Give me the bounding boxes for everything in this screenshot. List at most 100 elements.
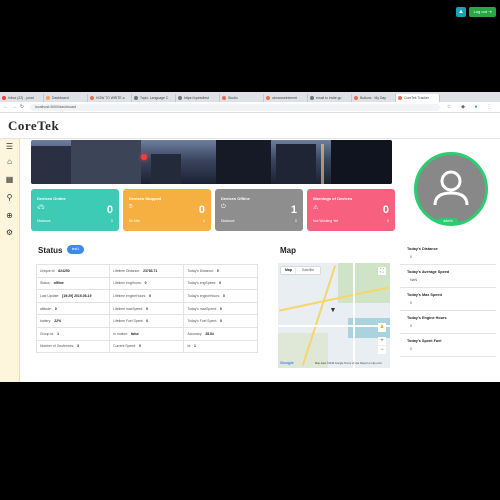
card-footer: En Idle [129, 219, 140, 223]
status-value: 0 [219, 306, 222, 311]
avatar[interactable] [414, 152, 488, 226]
logout-label: Log out [473, 9, 487, 14]
map-pin-icon[interactable]: ▼ [329, 307, 337, 315]
status-cell: Today's engineHours: 0 [183, 289, 258, 303]
today-value: NaN [410, 278, 418, 282]
browser-tab[interactable]: Studio [220, 94, 264, 102]
status-cell: Accuracy: 28.54 [183, 326, 258, 341]
status-value: offline [53, 281, 64, 286]
card-footer: Not Working Yet [313, 219, 339, 223]
table-row: Number of Geofences: 3 Current Speed: 0 id: 1 [35, 339, 258, 354]
car-icon: 🚗︎ [37, 205, 45, 211]
zoom-in-button[interactable]: + [378, 337, 386, 345]
card-value: 0 [106, 204, 113, 216]
card-devices-offline[interactable]: Devices Offline ⏻ 1 Distance 0 [215, 189, 303, 231]
today-value: 0 [410, 324, 412, 328]
favicon-icon [2, 96, 6, 100]
card-devices-stopped[interactable]: Devices Stopped ✋︎ 0 En Idle 0 [123, 189, 211, 231]
status-cell: Status: offline [35, 276, 111, 291]
status-cell: id: 1 [183, 339, 258, 354]
status-value: 624250 [58, 268, 70, 273]
status-value: [19:29] 2019-05-19 [62, 293, 92, 298]
fullscreen-icon[interactable]: ⛶ [378, 267, 386, 275]
status-cell: Lifetime engHours: 0 [109, 276, 185, 291]
status-label: Last Update: [40, 293, 60, 298]
forward-icon[interactable]: → [11, 104, 17, 110]
browser-tab[interactable]: Topic: Language C [132, 94, 176, 102]
browser-tab[interactable]: email to invite gu [308, 94, 352, 102]
device-select-button[interactable]: test1 [67, 245, 84, 254]
card-warnings[interactable]: Warnings of Devices ⚠ 0 Not Working Yet … [307, 189, 395, 231]
browser-tab[interactable]: Dashboard [44, 94, 88, 102]
map-title: Map [280, 246, 296, 255]
home-icon[interactable]: ⌂ [5, 157, 14, 166]
browser-tab[interactable]: https://speedtest [176, 94, 220, 102]
star-icon[interactable]: ☆ [446, 104, 452, 110]
status-label: Today's Fuel Spent: [187, 319, 218, 324]
map-attribution[interactable]: Map data ©2019 Google Terms of Use Repor… [315, 362, 382, 365]
extension-icon[interactable]: ◆ [460, 104, 466, 110]
map-type-map-tab[interactable]: Map [281, 267, 296, 274]
status-cell: In motion: false [109, 326, 185, 341]
profile-icon[interactable]: ● [473, 104, 479, 110]
browser-tab[interactable]: HOW TO WRITE a [88, 94, 132, 102]
status-value: 0 [54, 306, 57, 311]
favicon-icon [310, 96, 314, 100]
browser-tab[interactable]: CoreTek Tracker [396, 94, 440, 102]
add-icon[interactable]: ⊕ [5, 211, 14, 220]
table-row: altitude: 0 Lifetime maxSpeed: 0 Today's max… [35, 301, 258, 316]
browser-tab-label: email to invite gu [316, 96, 342, 100]
settings-icon[interactable]: ⚙ [5, 228, 14, 237]
notification-button[interactable]: ▲ [456, 7, 466, 17]
favicon-icon [398, 96, 402, 100]
today-item: Today's Average Speed NaN [400, 266, 496, 288]
status-value: 22% [54, 319, 62, 324]
status-value: 0 [139, 344, 142, 349]
zoom-out-button[interactable]: − [378, 346, 386, 354]
status-label: Today's engSpeed: [187, 281, 217, 286]
app-header: CoreTek [0, 113, 500, 139]
card-value: 0 [198, 204, 205, 216]
favicon-icon [46, 96, 50, 100]
status-value: 0 [146, 319, 149, 324]
card-value: 1 [290, 204, 297, 216]
browser-tab[interactable]: ukmouseinternet [264, 94, 308, 102]
menu-icon[interactable]: ☰ [5, 142, 14, 151]
status-cell: Lifetime Fuel Spent: 0 [109, 314, 185, 328]
favicon-icon [134, 96, 138, 100]
status-label: Number of Geofences: [40, 344, 75, 349]
reload-icon[interactable]: ↻ [19, 104, 25, 110]
map-icon[interactable]: ▦ [5, 175, 14, 184]
logout-icon: ⇥ [488, 9, 492, 14]
status-title: Status [38, 246, 63, 255]
status-cell: Number of Geofences: 3 [35, 339, 111, 354]
card-title: Devices Offline [221, 196, 250, 201]
status-cell: altitude: 0 [35, 301, 111, 316]
status-cell: Last Update: [19:29] 2019-05-19 [35, 289, 111, 303]
table-row: Unique id: 624250 Lifetime Distance: 23783.… [35, 264, 258, 278]
favicon-icon [178, 96, 182, 100]
status-label: Lifetime engHours: [113, 281, 142, 286]
browser-tab-label: Topic: Language C [140, 96, 169, 100]
status-table: Unique id: 624250 Lifetime Distance: 23783.… [35, 264, 258, 354]
browser-tab[interactable]: Inbox (22) - jonat [0, 94, 44, 102]
route-icon[interactable]: ⚲ [5, 193, 14, 202]
status-value: 1 [57, 331, 60, 336]
status-value: 0 [216, 268, 219, 273]
logout-button[interactable]: Log out ⇥ [469, 7, 496, 17]
sidebar: ☰ ⌂ ▦ ⚲ ⊕ ⚙ [0, 139, 20, 382]
browser-tab[interactable]: Buttons · My Day [352, 94, 396, 102]
browser-menu-icon[interactable]: ⋮ [486, 104, 492, 110]
street-view-icon[interactable]: ♟ [378, 323, 386, 332]
status-value: 0 [219, 281, 222, 286]
map-type-satellite-tab[interactable]: Satellite [296, 267, 320, 274]
card-devices-online[interactable]: Devices Online 🚗︎ 0 Distance 0 [31, 189, 119, 231]
url-field[interactable]: localhost:3000/dashboard [30, 103, 440, 111]
map-view[interactable] [278, 263, 390, 368]
back-icon[interactable]: ← [3, 104, 9, 110]
status-label: Current Speed: [113, 344, 137, 349]
banner-image [31, 140, 392, 184]
status-cell: Lifetime Distance: 23783.71 [109, 264, 185, 278]
table-row: Last Update: [19:29] 2019-05-19 Lifetime e… [35, 289, 258, 303]
browser-tab-label: Studio [228, 96, 238, 100]
